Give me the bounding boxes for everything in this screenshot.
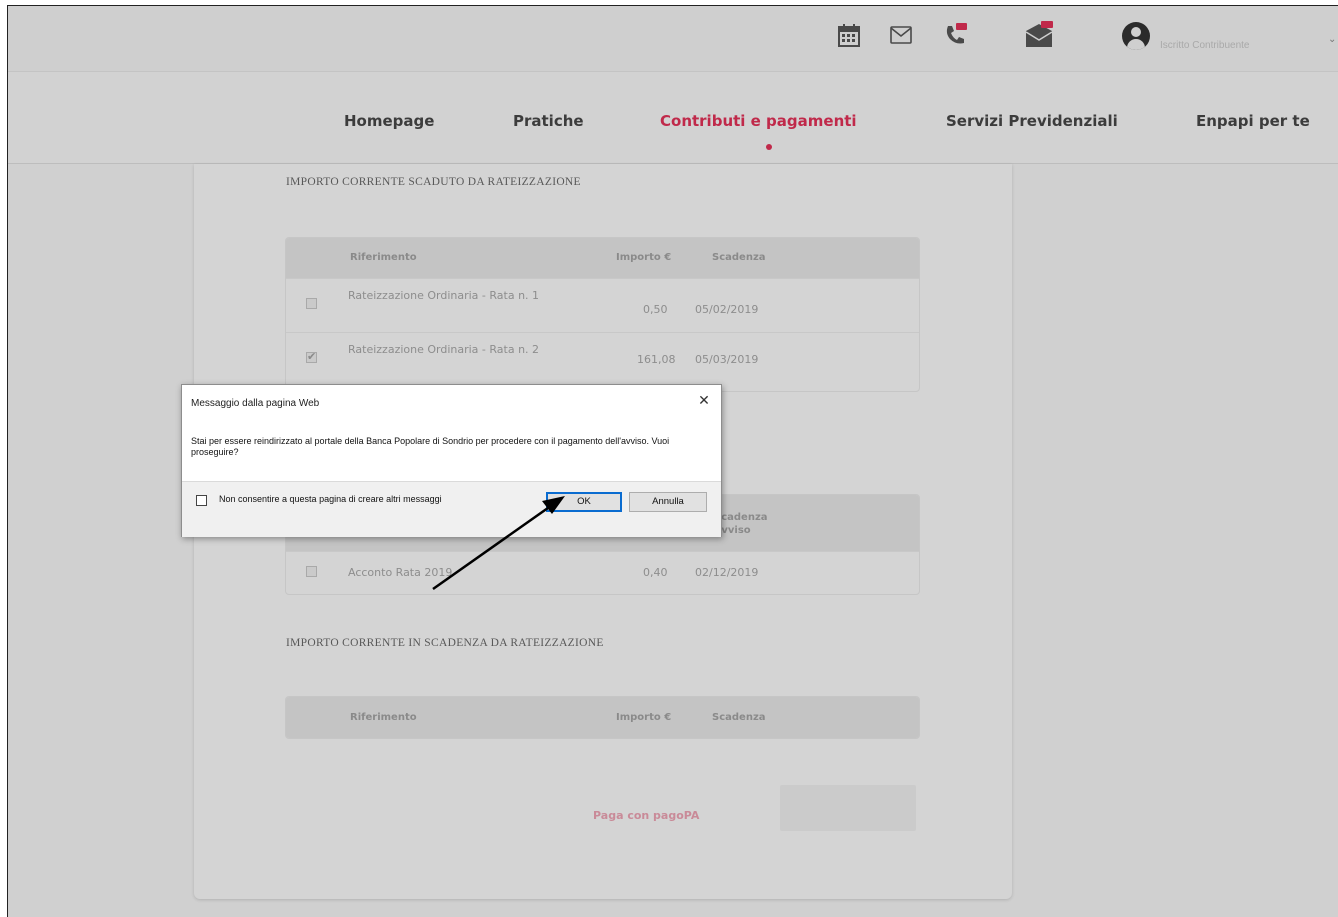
row-scadenza: 05/03/2019 — [695, 353, 759, 366]
row-checkbox[interactable] — [306, 298, 317, 309]
chevron-down-icon[interactable]: ⌄ — [1328, 34, 1336, 45]
dialog-title: Messaggio dalla pagina Web — [191, 398, 320, 409]
table-scaduto-rateizzazione: Riferimento Importo € Scadenza Rateizzaz… — [285, 237, 920, 392]
table-row: Rateizzazione Ordinaria - Rata n. 2 161,… — [286, 332, 919, 391]
ok-button[interactable]: OK — [546, 492, 622, 512]
row-scadenza: 05/02/2019 — [695, 303, 759, 316]
column-header-scadenza: Scadenza — [712, 712, 766, 723]
close-icon[interactable]: ✕ — [695, 391, 713, 409]
suppress-messages-checkbox[interactable] — [196, 495, 207, 506]
phone-icon[interactable] — [940, 20, 970, 50]
user-role-label[interactable]: Iscritto Contribuente — [1160, 40, 1250, 51]
table-row: Acconto Rata 2019 0,40 02/12/2019 — [286, 551, 919, 594]
nav-homepage[interactable]: Homepage — [344, 112, 434, 130]
paga-con-pagopa-label: Paga con pagoPA — [593, 809, 700, 822]
row-importo: 0,40 — [643, 566, 668, 579]
row-scadenza: 02/12/2019 — [695, 566, 759, 579]
avatar[interactable] — [1122, 22, 1150, 50]
calendar-icon[interactable] — [834, 20, 864, 50]
table-header: Riferimento Importo € Scadenza — [286, 238, 919, 278]
dialog-footer: Non consentire a questa pagina di creare… — [182, 481, 721, 537]
nav-contributi-pagamenti[interactable]: Contributi e pagamenti — [660, 112, 857, 130]
nav-enpapi-per-te[interactable]: Enpapi per te — [1196, 112, 1310, 130]
row-checkbox[interactable] — [306, 566, 317, 577]
confirm-dialog: Messaggio dalla pagina Web ✕ Stai per es… — [181, 384, 722, 537]
row-checkbox[interactable] — [306, 350, 317, 363]
main-navigation: Homepage Pratiche Contributi e pagamenti… — [8, 72, 1338, 164]
row-importo: 161,08 — [637, 353, 676, 366]
column-header-riferimento: Riferimento — [350, 252, 417, 263]
column-header-scadenza: Scadenza — [712, 252, 766, 263]
row-riferimento: Rateizzazione Ordinaria - Rata n. 2 — [348, 343, 540, 356]
pec-mail-icon[interactable] — [1024, 20, 1054, 50]
table-row: Rateizzazione Ordinaria - Rata n. 1 0,50… — [286, 278, 919, 332]
dialog-message: Stai per essere reindirizzato al portale… — [191, 436, 670, 457]
column-header-scadenza-avviso: Scadenza Avviso — [714, 512, 768, 536]
nav-pratiche[interactable]: Pratiche — [513, 112, 584, 130]
column-header-importo: Importo € — [616, 252, 672, 263]
row-riferimento: Acconto Rata 2019 — [348, 566, 453, 579]
row-riferimento: Rateizzazione Ordinaria - Rata n. 1 — [348, 289, 540, 302]
table-header: Riferimento Importo € Scadenza — [286, 697, 919, 738]
section-title-scaduto: IMPORTO CORRENTE SCADUTO DA RATEIZZAZION… — [286, 176, 581, 188]
section-title-in-scadenza: IMPORTO CORRENTE IN SCADENZA DA RATEIZZA… — [286, 637, 604, 649]
nav-servizi-previdenziali[interactable]: Servizi Previdenziali — [946, 112, 1118, 130]
cancel-button[interactable]: Annulla — [629, 492, 707, 512]
active-nav-indicator — [766, 144, 772, 150]
pagopa-button[interactable] — [780, 785, 916, 831]
column-header-importo: Importo € — [616, 712, 672, 723]
suppress-messages-label[interactable]: Non consentire a questa pagina di creare… — [219, 494, 489, 505]
top-utility-bar: Iscritto Contribuente ⌄ — [8, 6, 1338, 72]
mail-icon[interactable] — [886, 20, 916, 50]
column-header-riferimento: Riferimento — [350, 712, 417, 723]
table-in-scadenza-rateizzazione: Riferimento Importo € Scadenza — [285, 696, 920, 739]
row-importo: 0,50 — [643, 303, 668, 316]
